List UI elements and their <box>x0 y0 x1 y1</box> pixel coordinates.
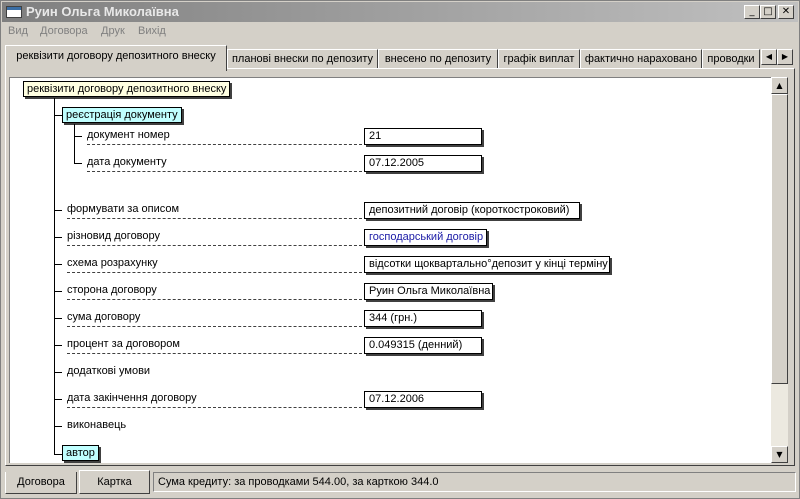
tree-root-node[interactable]: реквізити договору депозитного внеску <box>23 81 231 97</box>
menu-contracts[interactable]: Договора <box>40 25 88 37</box>
leader-line <box>67 272 362 273</box>
interest-rate-field[interactable]: 0.049315 (денний) <box>364 337 482 354</box>
menu-exit[interactable]: Вихід <box>138 25 166 37</box>
minimize-button[interactable]: _ <box>744 5 760 19</box>
tab-deposited[interactable]: внесено по депозиту <box>378 49 498 69</box>
payment-scheme-field[interactable]: відсотки щоквартально°депозит у кінці те… <box>364 256 610 273</box>
contract-amount-label: сума договору <box>67 311 141 323</box>
contract-party-label: сторона договору <box>67 284 157 296</box>
tree-branch <box>54 318 62 319</box>
doc-number-label: документ номер <box>87 129 170 141</box>
bottom-tab-contracts[interactable]: Договора <box>5 472 77 494</box>
leader-line <box>67 353 362 354</box>
tab-strip: реквізити договору депозитного внеску пл… <box>5 45 795 71</box>
leader-line <box>87 171 362 172</box>
tree-branch <box>54 210 62 211</box>
menu-bar: Вид Договора Друк Вихід <box>2 22 798 42</box>
tab-contract-details[interactable]: реквізити договору депозитного внеску <box>5 45 227 71</box>
tree-group-registration[interactable]: реєстрація документу <box>62 107 182 123</box>
end-date-field[interactable]: 07.12.2006 <box>364 391 482 408</box>
tree-branch <box>54 291 62 292</box>
doc-date-field[interactable]: 07.12.2005 <box>364 155 482 172</box>
tree-group-author[interactable]: автор <box>62 445 99 461</box>
tree-branch <box>54 264 62 265</box>
tree-trunk-line <box>54 98 55 454</box>
tab-postings[interactable]: проводки <box>702 49 760 69</box>
title-bar[interactable]: Руин Ольга Миколаївна _ □ ✕ <box>2 2 798 22</box>
payment-scheme-label: схема розрахунку <box>67 257 158 269</box>
contract-kind-field[interactable]: господарський договір <box>364 229 487 246</box>
tree-branch <box>74 136 82 137</box>
vertical-scrollbar[interactable]: ▲ ▼ <box>771 77 788 463</box>
tree-branch <box>54 399 62 400</box>
end-date-label: дата закінчення договору <box>67 392 197 404</box>
tree-branch <box>54 426 62 427</box>
doc-date-label: дата документу <box>87 156 167 168</box>
leader-line <box>67 218 362 219</box>
tree-branch <box>54 372 62 373</box>
leader-line <box>67 299 362 300</box>
doc-number-field[interactable]: 21 <box>364 128 482 145</box>
tab-scroll-left-icon[interactable]: ◀ <box>761 49 777 65</box>
contract-kind-label: різновид договору <box>67 230 161 242</box>
app-window: Руин Ольга Миколаївна _ □ ✕ Вид Договора… <box>0 0 800 499</box>
description-field[interactable]: депозитний договір (короткостроковий) <box>364 202 580 219</box>
interest-rate-label: процент за договором <box>67 338 180 350</box>
window-title: Руин Ольга Миколаївна <box>26 4 179 19</box>
contract-amount-field[interactable]: 344 (грн.) <box>364 310 482 327</box>
extra-conditions-label[interactable]: додаткові умови <box>67 365 150 377</box>
tree-branch <box>54 237 62 238</box>
status-bar: Сума кредиту: за проводками 544.00, за к… <box>153 472 796 492</box>
tab-planned-deposits[interactable]: планові внески по депозиту <box>227 49 378 69</box>
tree-branch <box>54 115 62 116</box>
leader-line <box>67 245 362 246</box>
scroll-thumb[interactable] <box>771 94 788 384</box>
tab-scroll-right-icon[interactable]: ▶ <box>777 49 793 65</box>
contract-party-field[interactable]: Руин Ольга Миколаївна <box>364 283 493 300</box>
menu-print[interactable]: Друк <box>101 25 125 37</box>
executor-label[interactable]: виконавець <box>67 419 126 431</box>
tree-branch <box>54 345 62 346</box>
tab-actually-accrued[interactable]: фактично нараховано <box>580 49 702 69</box>
menu-view[interactable]: Вид <box>8 25 28 37</box>
close-button[interactable]: ✕ <box>778 5 794 19</box>
scroll-up-icon[interactable]: ▲ <box>771 77 788 94</box>
tree-branch <box>74 163 82 164</box>
tree-branch <box>54 454 62 455</box>
maximize-button[interactable]: □ <box>760 5 776 19</box>
bottom-tab-card[interactable]: Картка <box>79 470 150 494</box>
window-icon <box>6 6 22 18</box>
leader-line <box>87 144 362 145</box>
tree-canvas: реквізити договору депозитного внеску ре… <box>9 77 771 463</box>
description-label: формувати за описом <box>67 203 180 215</box>
leader-line <box>67 407 362 408</box>
tree-sub-line <box>74 124 75 163</box>
leader-line <box>67 326 362 327</box>
tab-payment-schedule[interactable]: графік виплат <box>498 49 580 69</box>
scroll-down-icon[interactable]: ▼ <box>771 446 788 463</box>
